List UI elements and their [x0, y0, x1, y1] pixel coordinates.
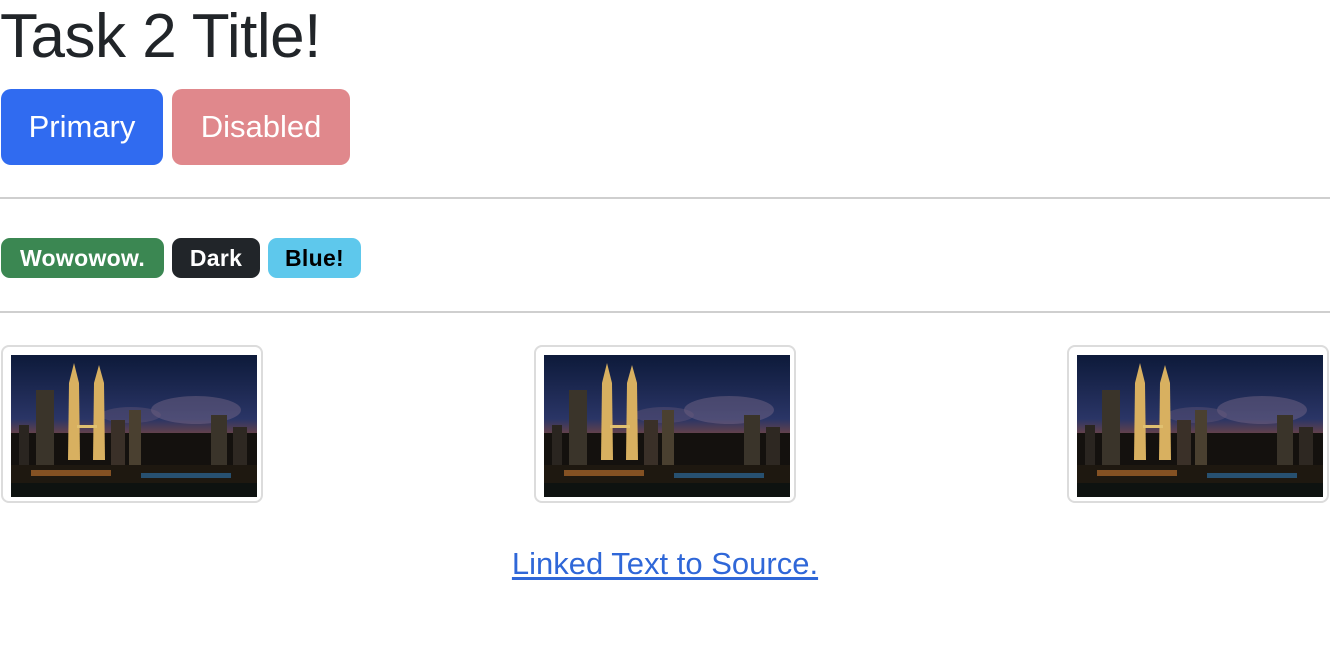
disabled-button: Disabled — [172, 89, 350, 165]
thumbnail-image — [1067, 345, 1329, 503]
city-skyline-night-image — [11, 355, 257, 497]
badge-blue: Blue! — [268, 238, 361, 278]
source-link[interactable]: Linked Text to Source. — [512, 546, 818, 581]
thumbnail-image — [1, 345, 263, 503]
badge-dark: Dark — [172, 238, 260, 278]
divider-top — [0, 197, 1330, 199]
primary-button[interactable]: Primary — [1, 89, 163, 165]
thumbnail-image — [534, 345, 796, 503]
page: Task 2 Title! Primary Disabled Wowowow. … — [0, 0, 1330, 652]
city-skyline-night-image — [544, 355, 790, 497]
badge-wowowow: Wowowow. — [1, 238, 164, 278]
page-title: Task 2 Title! — [0, 2, 321, 71]
city-skyline-night-image — [1077, 355, 1323, 497]
source-link-container: Linked Text to Source. — [0, 544, 1330, 584]
divider-bottom — [0, 311, 1330, 313]
